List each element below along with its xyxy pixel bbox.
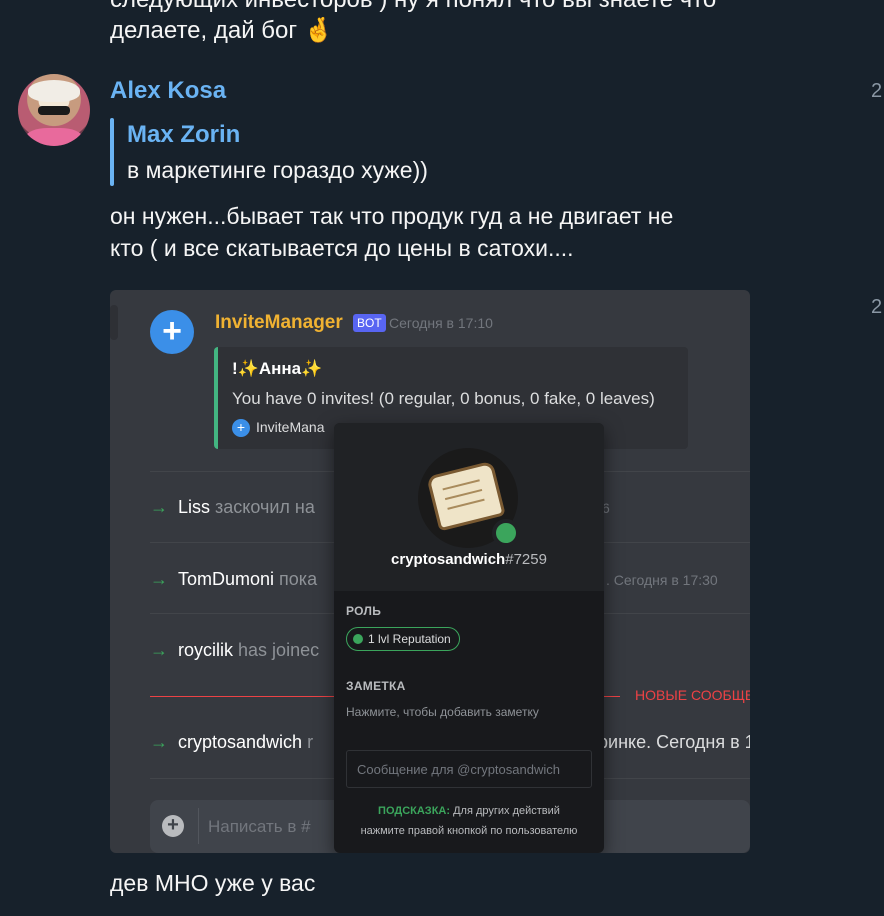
footer-plus-icon: + xyxy=(232,419,250,438)
previous-message: следующих инвесторов ) ну я понял что вы… xyxy=(110,0,716,46)
join-username: Liss xyxy=(178,497,211,517)
user-popout[interactable]: cryptosandwich#7259 РОЛЬ 1 lvl Reputatio… xyxy=(334,423,604,853)
join-text: пока xyxy=(279,569,318,589)
embed-footer-text: InviteMana xyxy=(256,419,325,435)
sandwich-line xyxy=(442,479,480,491)
previous-message-line2: делаете, дай бог 🤞 xyxy=(110,17,334,44)
avatar[interactable] xyxy=(18,74,90,146)
message-time: 2 xyxy=(871,296,883,318)
glasses-shape xyxy=(38,106,70,115)
message-user-input-wrap xyxy=(346,750,592,788)
join-text: has joinec xyxy=(238,640,320,660)
add-attachment-icon[interactable]: + xyxy=(162,815,184,837)
sender-name[interactable]: Alex Kosa xyxy=(110,77,226,105)
embed-title: !✨Анна✨ xyxy=(232,359,323,378)
sandwich-icon xyxy=(426,460,506,532)
discord-screenshot[interactable]: + InviteManager BOT Сегодня в 17:10 !✨Ан… xyxy=(110,290,750,853)
join-text: r xyxy=(307,732,314,752)
join-arrow-icon: → xyxy=(150,569,168,589)
embed-footer: + InviteMana xyxy=(232,419,325,438)
join-username: cryptosandwich xyxy=(178,732,303,752)
bot-badge: BOT xyxy=(353,314,386,332)
popout-username: cryptosandwich#7259 xyxy=(334,551,604,568)
note-heading: ЗАМЕТКА xyxy=(346,679,406,693)
discriminator: #7259 xyxy=(505,551,547,568)
message-line2: кто ( и все скатывается до цены в сатохи… xyxy=(110,235,574,261)
hint-line2: нажмите правой кнопкой по пользователю xyxy=(360,825,578,837)
composer-separator xyxy=(198,808,199,844)
join-message: → TomDumoni пока . Сегодня в 17:30 xyxy=(150,569,718,590)
role-color-dot xyxy=(353,633,363,644)
reply-bar xyxy=(110,118,114,186)
join-tail-text: ринке. Сегодня в 18 xyxy=(598,732,750,752)
role-badge[interactable]: 1 lvl Reputation xyxy=(346,627,460,651)
bottom-message: дев МНО уже у вас xyxy=(110,870,316,896)
hint-label: ПОДСКАЗКА: xyxy=(378,805,451,817)
sandwich-line xyxy=(447,498,485,510)
join-text: заскочил на xyxy=(215,497,315,517)
hint-text: ПОДСКАЗКА: Для других действий нажмите п… xyxy=(334,801,604,841)
message-line1: он нужен...бывает так что продук гуд а н… xyxy=(110,203,674,229)
role-label: 1 lvl Reputation xyxy=(368,632,451,646)
join-time: . Сегодня в 17:30 xyxy=(606,572,718,588)
hat-shape xyxy=(28,80,80,102)
shirt-shape xyxy=(26,128,82,146)
join-arrow-icon: → xyxy=(150,732,168,752)
message-user-input[interactable] xyxy=(347,751,591,787)
join-message: → roycilik has joinec xyxy=(150,640,319,661)
join-arrow-icon: → xyxy=(150,640,168,660)
reply-text[interactable]: в маркетинге гораздо хуже)) xyxy=(127,157,428,184)
bot-avatar-icon: + xyxy=(150,310,194,354)
reply-author[interactable]: Max Zorin xyxy=(127,121,240,149)
message-time: 2 xyxy=(871,80,883,102)
hint-line1: Для других действий xyxy=(453,805,560,817)
bot-timestamp: Сегодня в 17:10 xyxy=(389,315,493,331)
role-heading: РОЛЬ xyxy=(346,604,382,618)
composer-placeholder[interactable]: Написать в # xyxy=(208,817,311,837)
new-messages-label: НОВЫЕ СООБЩЕ xyxy=(635,687,750,703)
join-message: → Liss заскочил на 6 xyxy=(150,497,610,518)
join-username: TomDumoni xyxy=(178,569,275,589)
join-username: roycilik xyxy=(178,640,234,660)
embed-description: You have 0 invites! (0 regular, 0 bonus,… xyxy=(232,389,655,408)
message-text: он нужен...бывает так что продук гуд а н… xyxy=(110,200,830,264)
join-arrow-icon: → xyxy=(150,497,168,517)
previous-message-line1: следующих инвесторов ) ну я понял что вы… xyxy=(110,0,716,15)
scrollbar xyxy=(110,305,118,340)
bot-name: InviteManager xyxy=(215,312,343,333)
online-status-icon xyxy=(492,519,520,547)
username-text: cryptosandwich xyxy=(391,551,506,568)
note-field[interactable]: Нажмите, чтобы добавить заметку xyxy=(346,705,539,719)
sandwich-line xyxy=(444,488,483,501)
join-message: → cryptosandwich r ринке. Сегодня в 18 xyxy=(150,732,750,753)
